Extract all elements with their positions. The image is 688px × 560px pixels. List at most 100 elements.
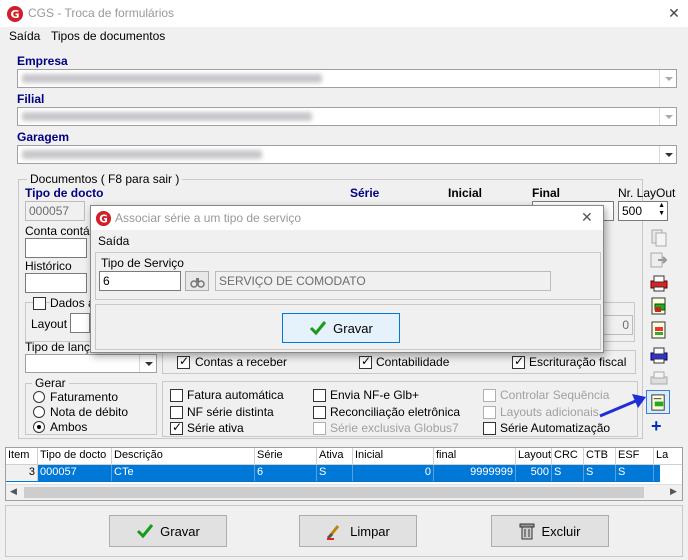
document-edit-icon [651, 394, 665, 411]
table-row[interactable]: 3 000057 CTe 6 S 0 9999999 500 S S S [6, 465, 660, 482]
cell-item: 3 [6, 465, 38, 481]
serie-exclusiva-checkbox [313, 422, 326, 435]
col-descricao[interactable]: Descrição [112, 448, 255, 464]
nr-layout-value: 500 [622, 204, 643, 218]
chevron-down-icon [659, 108, 676, 125]
report-icon[interactable] [649, 320, 669, 340]
window-title: CGS - Troca de formulários [28, 6, 175, 20]
historico-label: Histórico [25, 259, 72, 273]
escrituracao-checkbox[interactable] [512, 354, 525, 369]
associar-servico-button[interactable] [646, 390, 670, 414]
export-icon[interactable] [649, 250, 669, 270]
col-final[interactable]: final [434, 448, 516, 464]
dialog-menu-saida[interactable]: Saída [98, 234, 129, 248]
chevron-down-icon [659, 146, 676, 163]
col-layout[interactable]: Layout [516, 448, 552, 464]
contas-receber-checkbox[interactable] [177, 354, 190, 369]
nr-layout-stepper[interactable]: 500 ▲ ▼ [618, 201, 668, 221]
empresa-select[interactable] [17, 69, 677, 88]
stepper-arrows-icon[interactable]: ▲ ▼ [658, 202, 665, 218]
cell-esf: S [616, 465, 654, 481]
search-button[interactable] [185, 271, 209, 291]
excluir-label: Excluir [541, 523, 581, 539]
dialog-close-icon[interactable]: ✕ [581, 209, 593, 226]
col-serie[interactable]: Série [255, 448, 317, 464]
col-inicial[interactable]: Inicial [353, 448, 434, 464]
radio-nota-debito[interactable] [33, 406, 45, 418]
conta-contabil-input[interactable] [25, 238, 87, 258]
col-tipo-docto[interactable]: Tipo de docto [38, 448, 112, 464]
col-crc[interactable]: CRC [552, 448, 584, 464]
printer-icon[interactable] [649, 273, 669, 293]
ambos-label: Ambos [50, 420, 88, 434]
col-ctb[interactable]: CTB [584, 448, 616, 464]
excluir-button[interactable]: Excluir [491, 515, 609, 547]
radio-ambos[interactable] [33, 421, 45, 433]
serie-automatizacao-label: Série Automatização [500, 421, 611, 435]
scroll-right-icon[interactable]: ▶ [670, 486, 677, 497]
envia-nfe-checkbox[interactable] [313, 389, 326, 402]
garagem-label: Garagem [17, 130, 70, 144]
close-icon[interactable]: ✕ [664, 3, 684, 23]
dados-checkbox[interactable] [33, 297, 46, 310]
filial-select[interactable] [17, 107, 677, 126]
layout-input[interactable] [70, 313, 90, 333]
cell-inicial: 0 [353, 465, 434, 481]
col-item[interactable]: Item [6, 448, 38, 464]
inicial-label: Inicial [448, 186, 483, 200]
reconciliacao-checkbox[interactable] [313, 406, 326, 419]
menu-saida[interactable]: Saída [9, 29, 40, 43]
serie-exclusiva-label: Série exclusiva Globus7 [330, 421, 459, 435]
garagem-select[interactable] [17, 145, 677, 164]
associar-serie-dialog: G Associar série a um tipo de serviço ✕ … [90, 205, 604, 353]
copy-documents-icon[interactable] [649, 228, 669, 248]
layouts-adicionais-label: Layouts adicionais [500, 405, 599, 419]
filial-label: Filial [17, 92, 45, 106]
app-logo-icon: G [95, 210, 112, 227]
grid-horizontal-scrollbar[interactable]: ◀ ▶ [6, 484, 682, 500]
printer-setup-icon[interactable] [649, 296, 669, 316]
empresa-label: Empresa [17, 54, 68, 68]
limpar-label: Limpar [350, 523, 390, 539]
escrituracao-label: Escrituração fiscal [529, 355, 627, 369]
print-blue-icon[interactable] [649, 345, 669, 365]
radio-faturamento[interactable] [33, 391, 45, 403]
limpar-button[interactable]: Limpar [299, 515, 417, 547]
dialog-gravar-label: Gravar [333, 320, 373, 336]
tipo-servico-input[interactable]: 6 [99, 271, 181, 291]
tipo-docto-input[interactable]: 000057 [25, 201, 85, 221]
scroll-thumb[interactable] [24, 487, 644, 498]
menu-tipos-documentos[interactable]: Tipos de documentos [51, 29, 165, 43]
gravar-button[interactable]: Gravar [109, 515, 227, 547]
historico-input[interactable] [25, 273, 87, 293]
contabilidade-label: Contabilidade [376, 355, 450, 369]
printer-disabled-icon [650, 371, 668, 385]
serie-ativa-checkbox[interactable] [170, 420, 183, 435]
tipo-docto-label: Tipo de docto [25, 186, 104, 200]
filial-value-redacted [22, 112, 312, 121]
contabilidade-checkbox[interactable] [359, 354, 372, 369]
contas-receber-label: Contas a receber [195, 355, 288, 369]
svg-text:G: G [99, 213, 108, 225]
gravar-label: Gravar [160, 523, 200, 539]
fatura-automatica-checkbox[interactable] [170, 389, 183, 402]
cell-descricao: CTe [112, 465, 255, 481]
check-icon [137, 524, 154, 539]
serie-ativa-label: Série ativa [187, 421, 244, 435]
col-ativa[interactable]: Ativa [317, 448, 353, 464]
documentos-legend: Documentos ( F8 para sair ) [27, 172, 183, 186]
add-icon[interactable]: + [651, 417, 662, 435]
col-la[interactable]: La [654, 448, 682, 464]
scroll-left-icon[interactable]: ◀ [10, 486, 17, 497]
col-esf[interactable]: ESF [616, 448, 654, 464]
cell-tipo-docto: 000057 [38, 465, 112, 481]
tipo-lancamento-select[interactable] [25, 354, 157, 373]
conta-contabil-label: Conta contáb [25, 224, 97, 238]
cell-ctb: S [584, 465, 616, 481]
serie-automatizacao-checkbox[interactable] [483, 422, 496, 435]
dialog-gravar-button[interactable]: Gravar [282, 313, 400, 343]
svg-text:G: G [10, 8, 19, 21]
empresa-value-redacted [22, 74, 322, 83]
dialog-title-bar: G Associar série a um tipo de serviço ✕ [91, 206, 603, 230]
nf-serie-distinta-checkbox[interactable] [170, 406, 183, 419]
